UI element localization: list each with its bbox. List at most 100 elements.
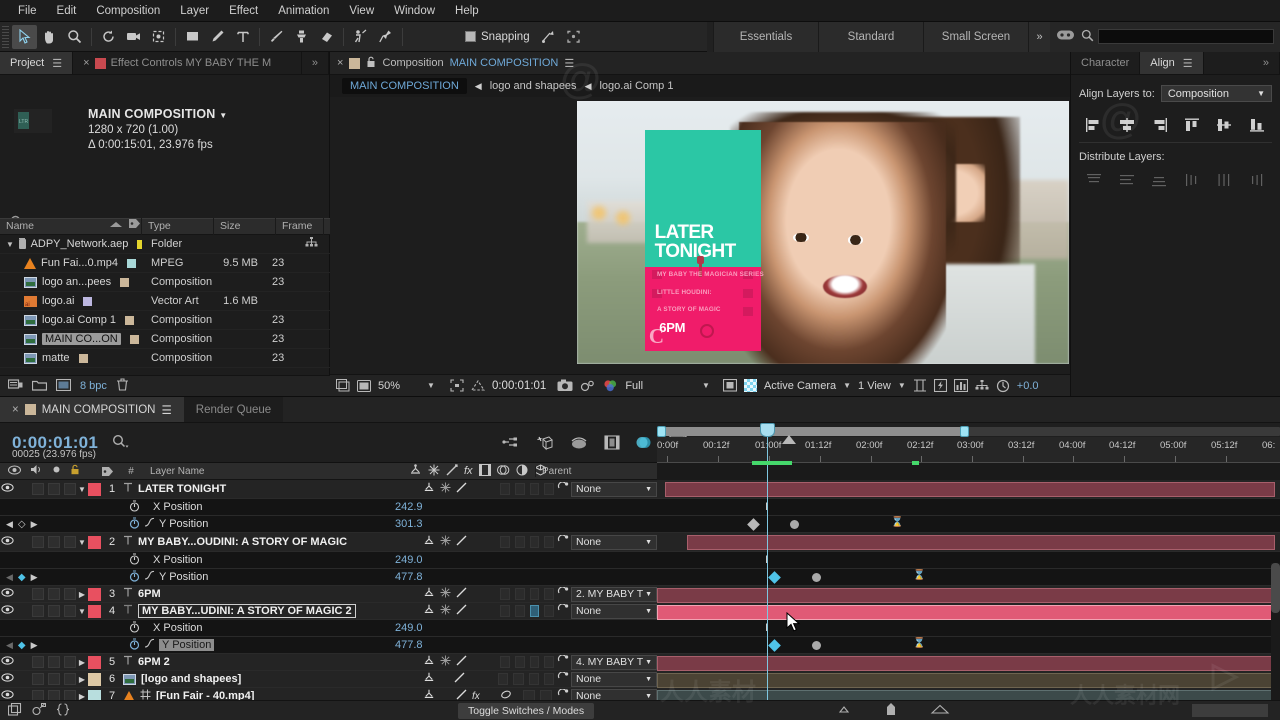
property-name[interactable]: X Position	[153, 501, 203, 513]
layer-name[interactable]: [logo and shapees]	[123, 673, 241, 685]
zoom-level-value[interactable]: 50%	[378, 380, 400, 392]
parent-dropdown[interactable]: None ▼	[571, 671, 657, 687]
eraser-tool[interactable]	[314, 25, 339, 49]
keyframe[interactable]	[790, 520, 799, 529]
solo-toggle[interactable]	[48, 483, 60, 495]
snap-target-icon[interactable]	[536, 25, 561, 49]
tab-character[interactable]: Character	[1071, 52, 1141, 74]
pan-behind-tool[interactable]	[146, 25, 171, 49]
property-name[interactable]: Y Position	[159, 639, 215, 651]
layer-color-swatch[interactable]	[88, 535, 101, 549]
previous-keyframe-icon[interactable]: ◀	[6, 519, 13, 530]
property-name[interactable]: X Position	[153, 554, 203, 566]
draft-3d-icon[interactable]	[536, 435, 554, 451]
align-right-icon[interactable]	[1148, 116, 1170, 134]
table-row[interactable]: ◀ ◇ ▶ Y Position 301.3 ⌛	[0, 516, 1280, 533]
disclosure-triangle-icon[interactable]: ▶	[76, 675, 88, 684]
zoom-out-timeline-icon[interactable]	[836, 704, 852, 717]
exposure-reset-icon[interactable]	[996, 379, 1010, 393]
project-row-main-composition[interactable]: MAIN CO...ON Composition 23	[0, 330, 330, 349]
menu-window[interactable]: Window	[384, 3, 445, 19]
panel-menu-icon[interactable]: ☰	[161, 403, 171, 417]
property-track[interactable]	[657, 620, 1280, 637]
snapping-checkbox[interactable]	[465, 31, 476, 42]
layer-color-swatch[interactable]	[88, 482, 101, 496]
distribute-left-icon[interactable]	[1181, 171, 1203, 189]
keyframe-toggle-icon[interactable]: ◆	[18, 572, 26, 583]
pen-tool[interactable]	[205, 25, 230, 49]
table-row[interactable]: ◀ ◆ ▶ Y Position 477.8 ⌛	[0, 637, 1280, 654]
solo-toggle[interactable]	[48, 536, 60, 548]
distribute-right-icon[interactable]	[1246, 171, 1268, 189]
composition-viewer[interactable]: LATER TONIGHT MY BABY THE MAGICIAN SERIE…	[330, 97, 1070, 375]
lock-icon[interactable]	[366, 56, 376, 71]
layer-color-swatch[interactable]	[88, 604, 101, 618]
solo-toggle[interactable]	[48, 588, 60, 600]
keyframe-toggle-icon[interactable]: ◇	[18, 519, 26, 530]
column-name-label[interactable]: Name	[6, 218, 34, 235]
label-color-chip[interactable]	[127, 258, 137, 268]
property-track[interactable]	[657, 552, 1280, 569]
layer-track[interactable]	[657, 586, 1280, 603]
parent-pickwhip-icon[interactable]	[554, 586, 571, 601]
property-value[interactable]: 242.9	[395, 501, 657, 513]
menu-help[interactable]: Help	[445, 3, 489, 19]
menu-animation[interactable]: Animation	[268, 3, 339, 19]
project-panel-more-button[interactable]: »	[301, 52, 329, 74]
keyframe-toggle-icon[interactable]: ◆	[18, 640, 26, 651]
column-type-label[interactable]: Type	[148, 220, 171, 232]
work-area-end-handle[interactable]	[960, 426, 969, 437]
table-row[interactable]: ▼ 1 LATER TONIGHT None ▼	[0, 480, 1280, 499]
audio-toggle[interactable]	[32, 588, 44, 600]
keyframe-selected[interactable]	[768, 571, 781, 584]
camera-value[interactable]: Active Camera	[764, 380, 836, 392]
layer-duration-bar[interactable]	[657, 673, 1275, 688]
duplicate-layer-icon[interactable]	[7, 702, 22, 719]
stopwatch-icon[interactable]	[128, 552, 141, 568]
keyframe[interactable]	[747, 518, 760, 531]
next-keyframe-icon[interactable]: ▶	[31, 519, 38, 530]
audio-toggle[interactable]	[32, 536, 44, 548]
video-toggle[interactable]	[0, 483, 14, 495]
property-name[interactable]: X Position	[153, 622, 203, 634]
shy-switch[interactable]	[423, 655, 435, 669]
align-center-horizontal-icon[interactable]	[1116, 116, 1138, 134]
collapse-switch[interactable]	[440, 655, 451, 669]
tab-render-queue[interactable]: Render Queue	[183, 397, 284, 422]
composition-mini-flowchart-icon[interactable]	[502, 435, 520, 450]
solo-toggle[interactable]	[48, 605, 60, 617]
graph-editor-set-icon[interactable]	[144, 517, 155, 531]
playhead[interactable]	[760, 423, 775, 720]
current-time-value[interactable]: 0:00:01:01	[492, 380, 546, 392]
layer-color-swatch[interactable]	[88, 672, 101, 686]
panel-menu-icon[interactable]: ☰	[1183, 57, 1193, 70]
tab-effect-controls[interactable]: × Effect Controls MY BABY THE M	[73, 52, 302, 74]
layer-track[interactable]	[657, 603, 1280, 620]
audio-toggle[interactable]	[32, 605, 44, 617]
property-name[interactable]: Y Position	[159, 518, 208, 530]
keyframe[interactable]: ⌛	[891, 517, 903, 528]
parent-dropdown[interactable]: None ▼	[571, 481, 657, 497]
layer-duration-bar[interactable]	[657, 656, 1275, 671]
clone-stamp-tool[interactable]	[289, 25, 314, 49]
shy-switch[interactable]	[423, 604, 435, 618]
new-folder-icon[interactable]	[31, 379, 48, 394]
layer-track[interactable]	[657, 480, 1280, 499]
collapse-switch[interactable]	[440, 482, 451, 496]
property-track[interactable]	[657, 499, 1280, 516]
keyframe[interactable]	[812, 573, 821, 582]
quality-switch[interactable]	[456, 482, 467, 496]
tab-main-composition-timeline[interactable]: × MAIN COMPOSITION ☰	[0, 397, 184, 422]
brace-icon[interactable]	[56, 702, 70, 719]
next-keyframe-icon[interactable]: ▶	[31, 572, 38, 583]
layer-name[interactable]: MY BABY...OUDINI: A STORY OF MAGIC	[123, 535, 347, 549]
parent-pickwhip-icon[interactable]	[554, 654, 571, 669]
property-value[interactable]: 249.0	[395, 554, 657, 566]
keyframe[interactable]: ⌛	[913, 570, 925, 581]
project-row-mp4[interactable]: Fun Fai...0.mp4 MPEG 9.5 MB 23	[0, 254, 330, 273]
keyframe-navigator[interactable]: ◀ ◆ ▶	[0, 640, 52, 651]
align-top-icon[interactable]	[1181, 116, 1203, 134]
zoom-slider-handle[interactable]	[884, 702, 898, 719]
property-value[interactable]: 477.8	[395, 571, 657, 583]
keyframe-navigator[interactable]: ◀ ◇ ▶	[0, 519, 52, 530]
